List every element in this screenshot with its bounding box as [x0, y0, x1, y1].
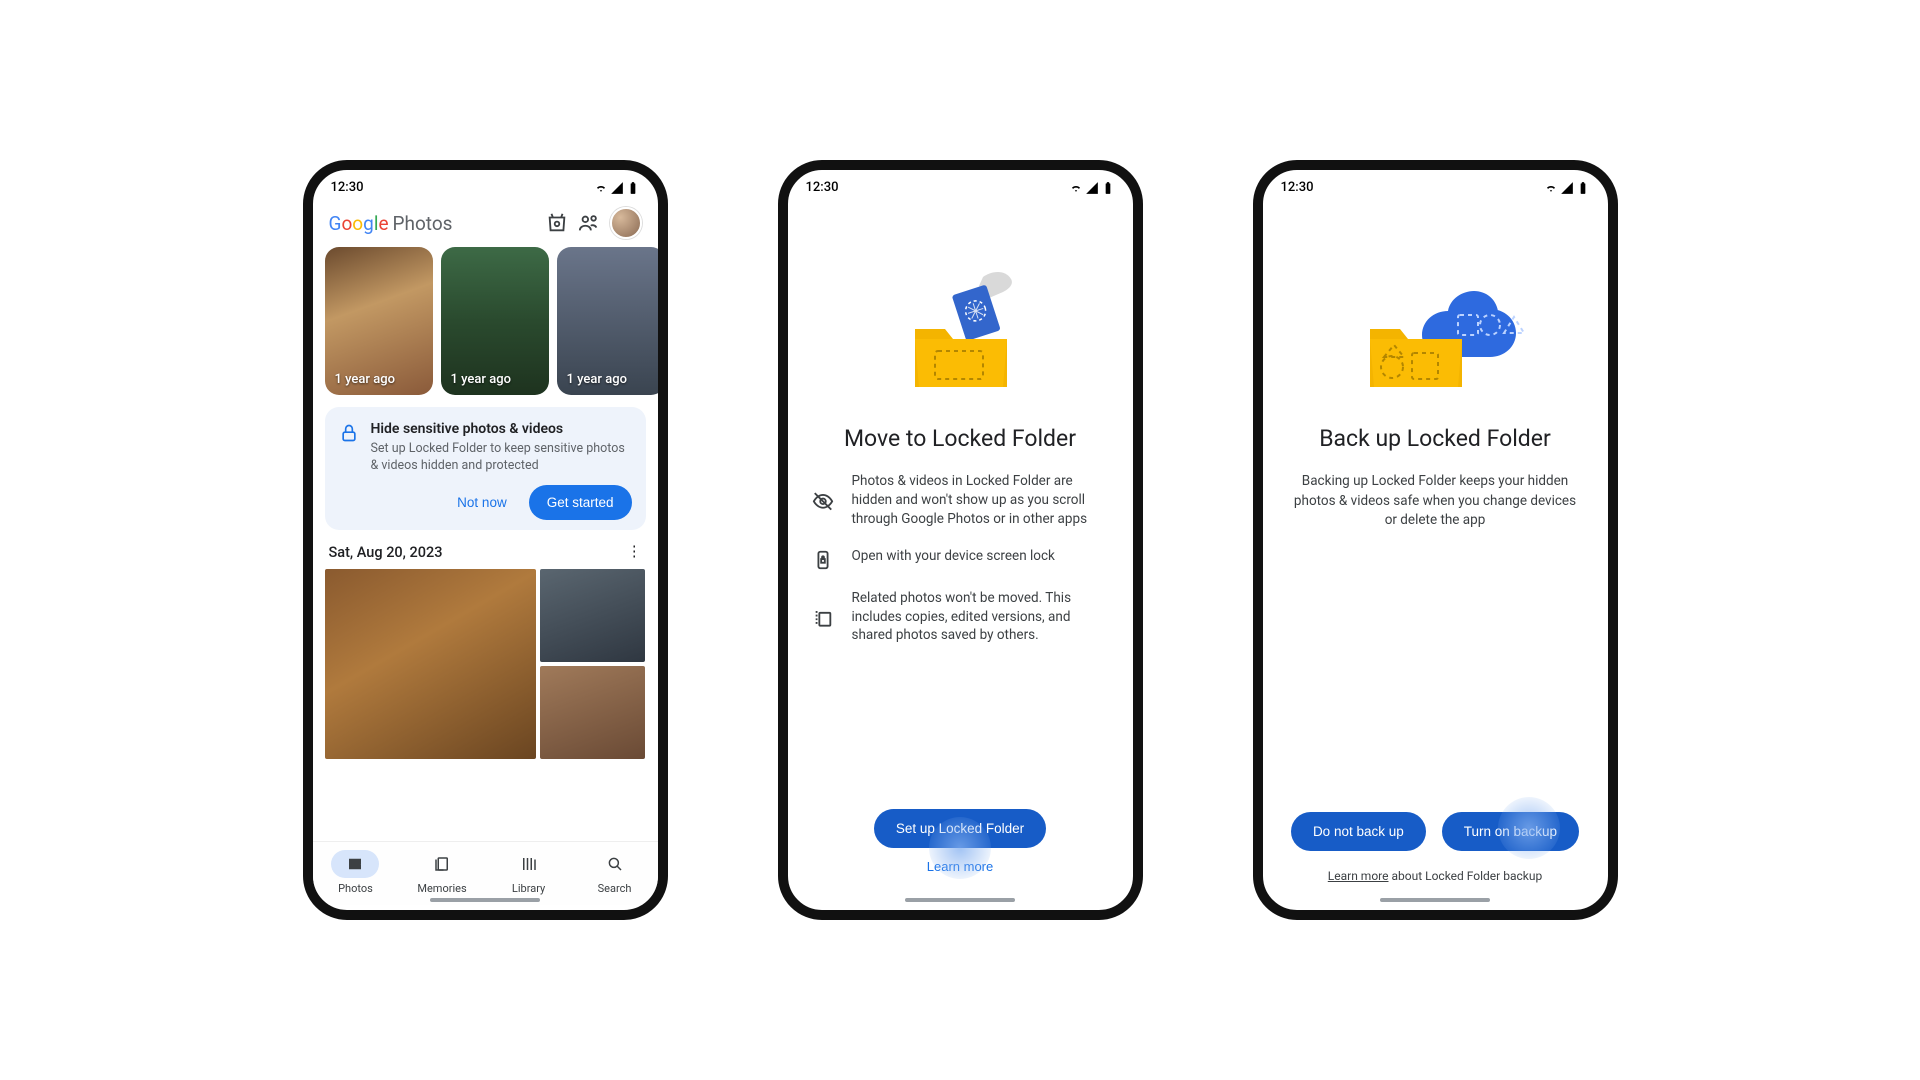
setup-locked-folder-button[interactable]: Set up Locked Folder: [874, 809, 1046, 848]
feature-hidden: Photos & videos in Locked Folder are hid…: [812, 472, 1109, 529]
photo-grid: [313, 569, 658, 759]
photo-thumbnail[interactable]: [325, 569, 536, 759]
promo-body: Set up Locked Folder to keep sensitive p…: [371, 441, 632, 475]
turn-on-backup-button[interactable]: Turn on backup: [1442, 812, 1579, 851]
phone-frame-move-to-locked: 12:30 Move to Locked: [778, 160, 1143, 920]
app-header: Google Photos: [313, 199, 658, 247]
section-date-header: Sat, Aug 20, 2023 ⋮: [313, 530, 658, 569]
eye-off-icon: [812, 474, 834, 529]
photo-thumbnail[interactable]: [540, 666, 646, 759]
battery-icon: [1101, 181, 1115, 195]
hero-illustration-folder-cloud: [1263, 199, 1608, 419]
lock-icon: [339, 423, 359, 443]
gesture-bar: [905, 898, 1015, 902]
brand-google-photos: Google Photos: [329, 212, 453, 235]
feature-related-not-moved: Related photos won't be moved. This incl…: [812, 589, 1109, 646]
wifi-icon: [1544, 181, 1558, 195]
screen-title: Back up Locked Folder: [1263, 425, 1608, 452]
feature-list: Photos & videos in Locked Folder are hid…: [788, 472, 1133, 645]
memories-carousel[interactable]: 1 year ago 1 year ago 1 year ago: [313, 247, 658, 395]
search-icon: [606, 855, 624, 873]
phone-frame-photos-home: 12:30 Google Photos 1 year ago 1 year ag…: [303, 160, 668, 920]
account-avatar[interactable]: [610, 207, 642, 239]
photo-thumbnail[interactable]: [540, 569, 646, 662]
status-time: 12:30: [806, 180, 839, 195]
wifi-icon: [594, 181, 608, 195]
status-icons: [594, 181, 640, 195]
do-not-backup-button[interactable]: Do not back up: [1291, 812, 1426, 851]
cell-signal-icon: [1560, 181, 1574, 195]
wifi-icon: [1069, 181, 1083, 195]
gesture-bar: [1380, 898, 1490, 902]
hero-illustration-folder-hand: [788, 199, 1133, 419]
battery-icon: [626, 181, 640, 195]
print-store-icon[interactable]: [546, 212, 568, 234]
nav-memories[interactable]: Memories: [417, 850, 466, 895]
promo-get-started-button[interactable]: Get started: [529, 485, 632, 520]
section-date: Sat, Aug 20, 2023: [329, 544, 443, 561]
status-bar: 12:30: [788, 170, 1133, 199]
library-icon: [520, 855, 538, 873]
bottom-nav: Photos Memories Library Search: [313, 841, 658, 905]
feature-screen-lock: Open with your device screen lock: [812, 547, 1109, 571]
locked-folder-promo-card: Hide sensitive photos & videos Set up Lo…: [325, 407, 646, 530]
sharing-icon[interactable]: [578, 212, 600, 234]
status-time: 12:30: [1281, 180, 1314, 195]
footnote-learn-more-link[interactable]: Learn more: [1328, 869, 1389, 883]
promo-not-now-button[interactable]: Not now: [445, 487, 519, 518]
stack-icon: [812, 591, 834, 646]
nav-library[interactable]: Library: [505, 850, 553, 895]
nav-search[interactable]: Search: [591, 850, 639, 895]
gesture-bar: [430, 898, 540, 902]
cell-signal-icon: [610, 181, 624, 195]
battery-icon: [1576, 181, 1590, 195]
screen-title: Move to Locked Folder: [788, 425, 1133, 452]
status-bar: 12:30: [1263, 170, 1608, 199]
screen-description: Backing up Locked Folder keeps your hidd…: [1263, 472, 1608, 531]
status-time: 12:30: [331, 180, 364, 195]
cell-signal-icon: [1085, 181, 1099, 195]
footnote: Learn more about Locked Folder backup: [1263, 869, 1608, 883]
status-bar: 12:30: [313, 170, 658, 199]
promo-title: Hide sensitive photos & videos: [371, 421, 632, 437]
nav-photos[interactable]: Photos: [331, 850, 379, 895]
memory-card[interactable]: 1 year ago: [441, 247, 549, 395]
memory-card[interactable]: 1 year ago: [557, 247, 658, 395]
status-icons: [1069, 181, 1115, 195]
memory-card[interactable]: 1 year ago: [325, 247, 433, 395]
learn-more-link[interactable]: Learn more: [921, 858, 999, 875]
photos-icon: [346, 855, 364, 873]
memories-icon: [433, 855, 451, 873]
phone-lock-icon: [812, 549, 834, 571]
phone-frame-backup-locked: 12:30: [1253, 160, 1618, 920]
status-icons: [1544, 181, 1590, 195]
